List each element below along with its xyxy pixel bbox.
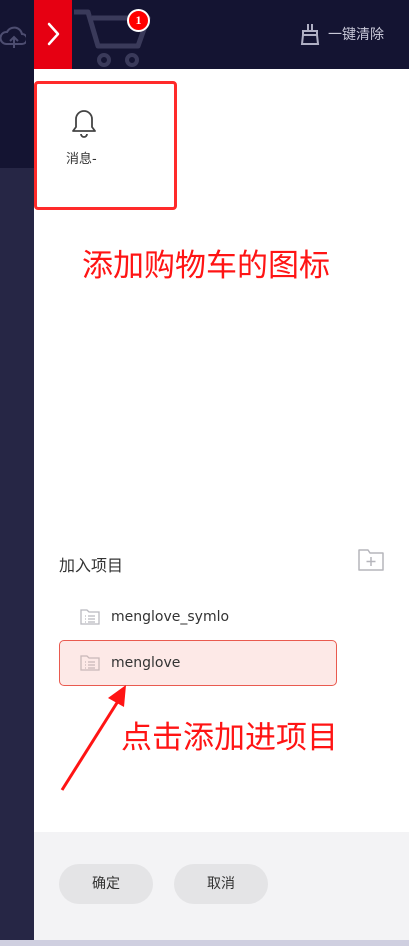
broom-icon — [300, 24, 320, 45]
drawer-header: 1 一键清除 — [34, 0, 409, 69]
cancel-button[interactable]: 取消 — [174, 864, 268, 904]
project-item-menglove-symlo[interactable]: menglove_symlo — [59, 594, 337, 640]
cart-drawer: 1 一键清除 消息- 添加购物车的图标 加入项目 menglove_symlo … — [34, 0, 409, 940]
clear-all-button[interactable]: 一键清除 — [300, 20, 384, 48]
project-list: menglove_symlo menglove — [59, 594, 337, 686]
bottom-scrollbar — [0, 940, 409, 946]
annotation-cart-note: 添加购物车的图标 — [82, 248, 330, 284]
project-name: menglove_symlo — [111, 609, 230, 625]
project-name: menglove — [111, 655, 181, 671]
background-sidebar — [0, 168, 34, 946]
collapse-drawer-button[interactable] — [34, 0, 72, 69]
upload-cloud-icon — [0, 22, 26, 52]
annotation-project-note: 点击添加进项目 — [121, 720, 338, 756]
confirm-button[interactable]: 确定 — [59, 864, 153, 904]
folder-list-icon — [80, 609, 100, 625]
annotation-highlight-box — [34, 81, 177, 210]
new-folder-icon[interactable] — [358, 547, 384, 571]
cart-count-badge: 1 — [127, 9, 150, 32]
add-to-project-title: 加入项目 — [59, 556, 124, 575]
clear-all-label: 一键清除 — [328, 26, 384, 42]
chevron-right-icon — [47, 22, 60, 46]
folder-list-icon — [80, 655, 100, 671]
drawer-footer: 确定 取消 — [34, 832, 409, 940]
